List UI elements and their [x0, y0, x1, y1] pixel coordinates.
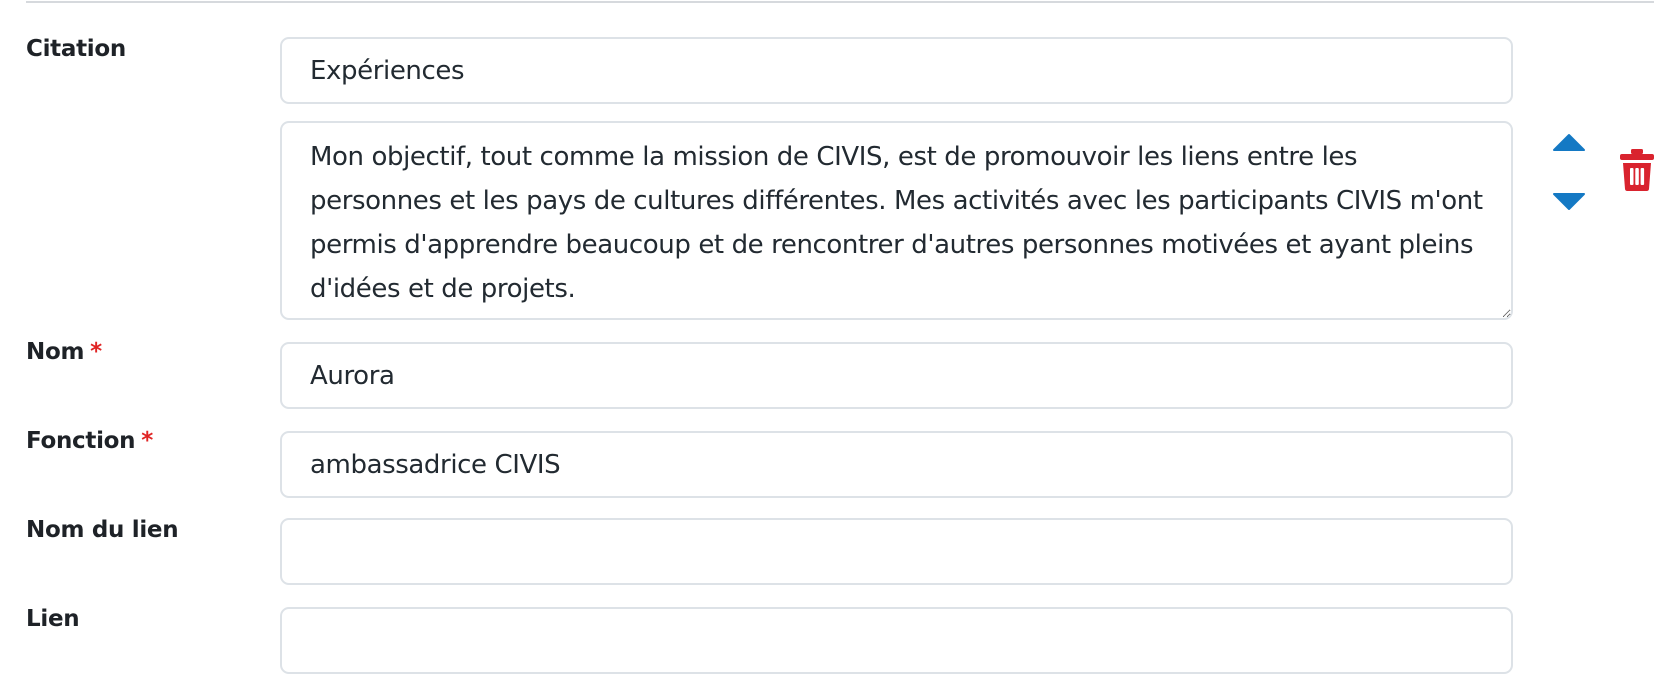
- nom-required-mark: *: [90, 339, 102, 365]
- nom-du-lien-label-text: Nom du lien: [26, 517, 179, 543]
- lien-input[interactable]: [280, 607, 1513, 674]
- top-divider: [26, 1, 1654, 3]
- lien-label: Lien: [26, 606, 80, 632]
- nom-label-text: Nom: [26, 339, 85, 365]
- move-up-icon[interactable]: [1552, 132, 1586, 152]
- delete-trash-icon[interactable]: [1619, 148, 1655, 192]
- citation-title-input[interactable]: [280, 37, 1513, 104]
- citation-text-area[interactable]: Mon objectif, tout comme la mission de C…: [280, 121, 1513, 320]
- citation-label: Citation: [26, 36, 126, 62]
- fonction-label-text: Fonction: [26, 428, 136, 454]
- fonction-required-mark: *: [141, 428, 153, 454]
- lien-label-text: Lien: [26, 606, 80, 632]
- nom-label: Nom *: [26, 339, 102, 365]
- fonction-label: Fonction *: [26, 428, 153, 454]
- citation-label-text: Citation: [26, 36, 126, 62]
- move-down-icon[interactable]: [1552, 192, 1586, 212]
- fonction-input[interactable]: [280, 431, 1513, 498]
- nom-du-lien-input[interactable]: [280, 518, 1513, 585]
- nom-input[interactable]: [280, 342, 1513, 409]
- nom-du-lien-label: Nom du lien: [26, 517, 179, 543]
